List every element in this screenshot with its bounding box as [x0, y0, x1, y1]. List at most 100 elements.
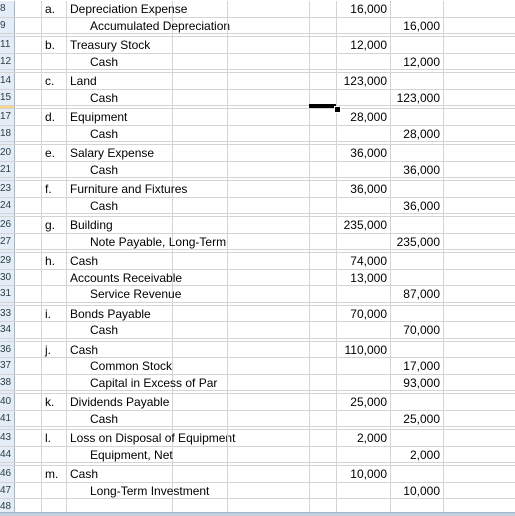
cell[interactable] [391, 463, 444, 465]
cell[interactable] [173, 217, 228, 233]
table-row[interactable]: 46 m. Cash 10,000 [0, 466, 515, 483]
credit-account-cell[interactable]: Cash [67, 322, 173, 338]
cell[interactable] [444, 54, 515, 70]
cell[interactable] [391, 178, 444, 180]
cell[interactable] [173, 322, 228, 338]
cell[interactable] [15, 430, 42, 446]
cell[interactable] [228, 305, 310, 321]
cell[interactable] [173, 214, 228, 216]
row-header[interactable]: 12 [0, 53, 15, 69]
row-header[interactable]: 17 [0, 109, 15, 125]
cell[interactable] [42, 161, 67, 177]
cell[interactable] [173, 269, 228, 285]
row-header[interactable]: 33 [0, 305, 15, 321]
cell[interactable] [337, 214, 391, 216]
cell[interactable] [310, 391, 337, 393]
cell[interactable] [337, 250, 391, 252]
cell[interactable] [173, 1, 228, 17]
credit-amount-cell[interactable]: 25,000 [391, 410, 444, 426]
cell[interactable] [310, 142, 337, 144]
cell[interactable] [15, 341, 42, 357]
cell[interactable] [337, 322, 391, 338]
cell[interactable] [228, 197, 310, 213]
credit-account-cell[interactable]: Cash [67, 89, 173, 105]
cell[interactable] [42, 286, 67, 302]
cell[interactable] [391, 394, 444, 410]
cell[interactable] [337, 34, 391, 36]
entry-letter-cell[interactable]: j. [42, 341, 67, 357]
spreadsheet-grid[interactable]: 8 a. Depreciation Expense 16,000 9 Accumulate… [0, 0, 515, 516]
credit-amount-cell[interactable]: 87,000 [391, 286, 444, 302]
debit-account-cell[interactable]: Bonds Payable [67, 305, 173, 321]
cell[interactable] [173, 394, 228, 410]
debit-amount-cell[interactable]: 36,000 [337, 181, 391, 197]
cell[interactable] [173, 302, 228, 305]
cell[interactable] [391, 1, 444, 17]
cell[interactable] [228, 17, 310, 33]
row-header[interactable]: 41 [0, 410, 15, 426]
cell[interactable] [228, 178, 310, 180]
table-row[interactable]: 43 l. Loss on Disposal of Equipment 2,000 [0, 430, 515, 447]
credit-amount-cell[interactable]: 70,000 [391, 322, 444, 338]
debit-account-cell[interactable]: Equipment [67, 109, 173, 125]
cell[interactable] [15, 125, 42, 141]
cell[interactable] [228, 217, 310, 233]
cell[interactable] [42, 446, 67, 462]
row-header[interactable]: 34 [0, 322, 15, 338]
cell[interactable] [15, 145, 42, 161]
cell[interactable] [228, 106, 310, 108]
debit-amount-cell[interactable]: 235,000 [337, 217, 391, 233]
table-row[interactable]: 27 Note Payable, Long-Term 235,000 [0, 233, 515, 250]
cell[interactable] [444, 214, 515, 216]
cell[interactable] [310, 125, 337, 141]
cell[interactable] [310, 109, 337, 125]
cell[interactable] [15, 142, 42, 144]
row-header[interactable]: 37 [0, 358, 15, 374]
cell[interactable] [444, 427, 515, 429]
credit-amount-cell[interactable]: 123,000 [391, 89, 444, 105]
cell[interactable] [67, 178, 173, 180]
credit-amount-cell[interactable]: 235,000 [391, 233, 444, 249]
cell[interactable] [15, 253, 42, 269]
credit-account-cell[interactable]: Note Payable, Long-Term [67, 233, 226, 249]
cell[interactable] [444, 73, 515, 89]
cell[interactable] [310, 430, 337, 446]
cell[interactable] [42, 17, 67, 33]
cell[interactable] [310, 89, 337, 105]
row-header[interactable]: 8 [0, 1, 15, 17]
cell[interactable] [228, 233, 310, 249]
cell[interactable] [67, 250, 173, 252]
credit-amount-cell[interactable]: 28,000 [391, 125, 444, 141]
cell[interactable] [228, 341, 310, 357]
cell[interactable] [173, 89, 228, 105]
row-header[interactable]: 23 [0, 181, 15, 197]
cell[interactable] [228, 34, 310, 36]
cell[interactable] [15, 233, 42, 249]
cell[interactable] [310, 322, 337, 338]
cell[interactable] [67, 427, 173, 429]
cell[interactable] [310, 53, 337, 69]
cell[interactable] [444, 181, 515, 197]
row-header[interactable]: 24 [0, 197, 15, 213]
entry-letter-cell[interactable]: e. [42, 145, 67, 161]
cell[interactable] [173, 430, 228, 446]
debit-account-cell[interactable]: Treasury Stock [67, 37, 173, 53]
row-header[interactable]: 31 [0, 286, 15, 302]
cell[interactable] [173, 410, 228, 426]
cell[interactable] [310, 197, 337, 213]
cell[interactable] [444, 339, 515, 341]
cell[interactable] [173, 250, 228, 252]
cell[interactable] [15, 410, 42, 426]
row-header[interactable]: 20 [0, 145, 15, 161]
cell[interactable] [173, 109, 228, 125]
row-header[interactable]: 32 [0, 302, 15, 305]
cell[interactable] [15, 89, 42, 105]
cell[interactable] [15, 197, 42, 213]
debit-amount-cell[interactable]: 74,000 [337, 253, 391, 269]
cell[interactable] [310, 463, 337, 465]
entry-letter-cell[interactable]: k. [42, 394, 67, 410]
cell[interactable] [391, 34, 444, 36]
cell[interactable] [15, 427, 42, 429]
row-header[interactable]: 43 [0, 430, 15, 446]
credit-amount-cell[interactable]: 36,000 [391, 161, 444, 177]
